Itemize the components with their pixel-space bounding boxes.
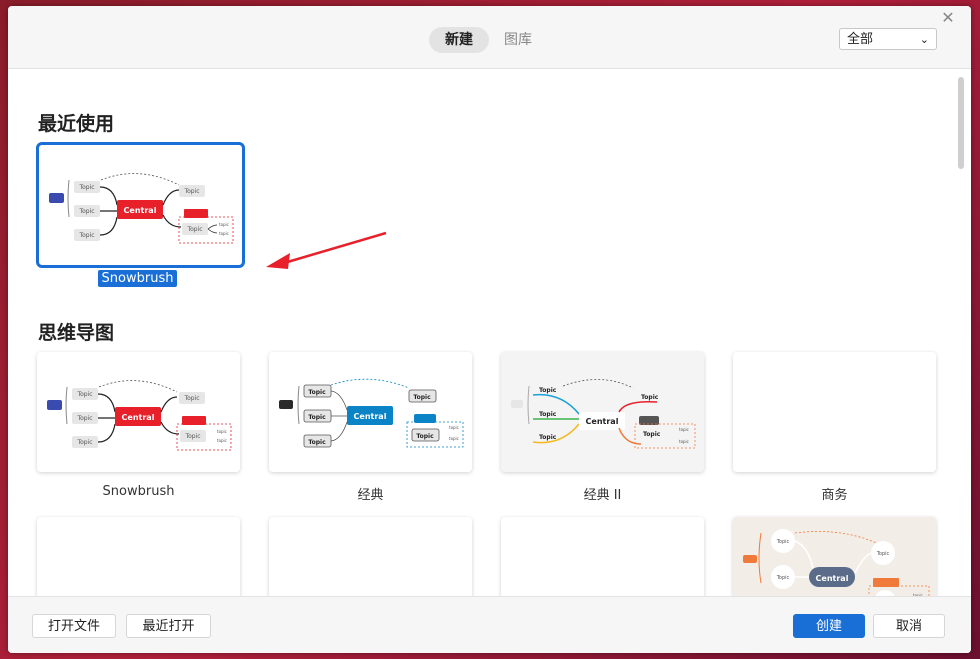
dialog-footer: 打开文件 最近打开 创建 取消 <box>8 596 971 653</box>
svg-text:topic: topic <box>217 438 227 443</box>
svg-text:Topic: Topic <box>76 391 92 398</box>
template-label: 商务 <box>821 488 848 503</box>
snowbrush-thumbnail: Topic Topic Topic Central Topic Topic to… <box>49 173 234 244</box>
template-card[interactable] <box>37 517 240 596</box>
svg-text:topic: topic <box>449 436 459 441</box>
classic-ii-thumbnail: Topic Topic Topic Central Topic Topic to… <box>511 379 696 449</box>
svg-text:Topic: Topic <box>78 208 94 215</box>
svg-text:Topic: Topic <box>76 415 92 422</box>
svg-text:Topic: Topic <box>539 411 557 418</box>
close-icon[interactable]: ✕ <box>938 8 958 28</box>
template-card[interactable] <box>269 517 472 596</box>
svg-text:Topic: Topic <box>776 539 790 545</box>
svg-text:topic: topic <box>219 231 229 236</box>
template-list[interactable]: 最近使用 Topic Topic Topic Central Topic Top… <box>8 69 971 596</box>
svg-text:Topic: Topic <box>308 439 326 446</box>
svg-text:topic: topic <box>217 429 227 434</box>
svg-text:topic: topic <box>679 439 689 444</box>
svg-text:Topic: Topic <box>184 433 200 440</box>
svg-text:Topic: Topic <box>539 387 557 394</box>
recent-template-label: Snowbrush <box>36 270 239 287</box>
template-card-business-dark[interactable]: Topic Topic Central Topic Topic topic <box>733 517 936 596</box>
svg-text:topic: topic <box>449 425 459 430</box>
template-card-snowbrush[interactable]: Topic Topic Topic Central Topic Topic to… <box>37 352 240 472</box>
cancel-button[interactable]: 取消 <box>873 614 945 638</box>
svg-text:Central: Central <box>586 417 619 426</box>
svg-text:Topic: Topic <box>876 551 890 557</box>
svg-text:Topic: Topic <box>776 575 790 581</box>
chevron-down-icon: ⌄ <box>919 33 929 46</box>
svg-text:Topic: Topic <box>183 395 199 402</box>
open-file-button[interactable]: 打开文件 <box>32 614 116 638</box>
snowbrush-thumbnail: Topic Topic Topic Central Topic Topic to… <box>47 380 232 451</box>
filter-select[interactable]: 全部 ⌄ <box>839 28 937 50</box>
template-card-classic[interactable]: Topic Topic Topic Central Topic Topic to… <box>269 352 472 472</box>
template-card[interactable] <box>501 517 704 596</box>
svg-text:Topic: Topic <box>643 431 661 438</box>
recent-section-title: 最近使用 <box>38 113 115 135</box>
svg-text:Topic: Topic <box>183 188 199 195</box>
business-thumbnail: Topic Topic Central Topic Topic topic <box>743 529 930 596</box>
dialog-header: 新建 图库 ✕ 全部 ⌄ <box>8 6 971 69</box>
central-text: Central <box>124 206 157 215</box>
template-label: 经典 II <box>583 488 622 503</box>
svg-text:topic: topic <box>679 427 689 432</box>
create-button[interactable]: 创建 <box>793 614 865 638</box>
svg-text:topic: topic <box>219 222 229 227</box>
svg-text:Topic: Topic <box>186 226 202 233</box>
recent-open-button[interactable]: 最近打开 <box>126 614 211 638</box>
tab-new[interactable]: 新建 <box>429 27 489 53</box>
mindmap-section-title: 思维导图 <box>38 322 115 344</box>
filter-select-value: 全部 <box>847 32 874 47</box>
scrollbar[interactable] <box>958 77 964 169</box>
annotation-arrow <box>266 231 387 269</box>
classic-thumbnail: Topic Topic Topic Central Topic Topic to… <box>279 378 464 448</box>
topic-text: Topic <box>78 184 94 191</box>
template-label: 经典 <box>357 488 384 503</box>
template-card-classic-ii[interactable]: Topic Topic Topic Central Topic Topic to… <box>501 352 704 472</box>
recent-template-card[interactable]: Topic Topic Topic Central Topic Topic to… <box>36 142 245 268</box>
svg-text:Topic: Topic <box>308 414 326 421</box>
tab-gallery[interactable]: 图库 <box>488 27 548 53</box>
svg-text:Topic: Topic <box>539 434 557 441</box>
svg-text:Topic: Topic <box>413 394 431 401</box>
svg-text:Topic: Topic <box>641 394 659 401</box>
svg-text:Central: Central <box>816 574 849 583</box>
svg-text:Central: Central <box>354 412 387 421</box>
template-label: Snowbrush <box>102 484 175 499</box>
new-file-dialog: 新建 图库 ✕ 全部 ⌄ 最近使用 Topic Topic Topic Cent… <box>8 6 971 653</box>
svg-text:Topic: Topic <box>78 232 94 239</box>
svg-text:Central: Central <box>122 413 155 422</box>
template-card-business[interactable] <box>733 352 936 472</box>
svg-text:Topic: Topic <box>308 389 326 396</box>
svg-text:Topic: Topic <box>416 433 434 440</box>
svg-text:Topic: Topic <box>76 439 92 446</box>
